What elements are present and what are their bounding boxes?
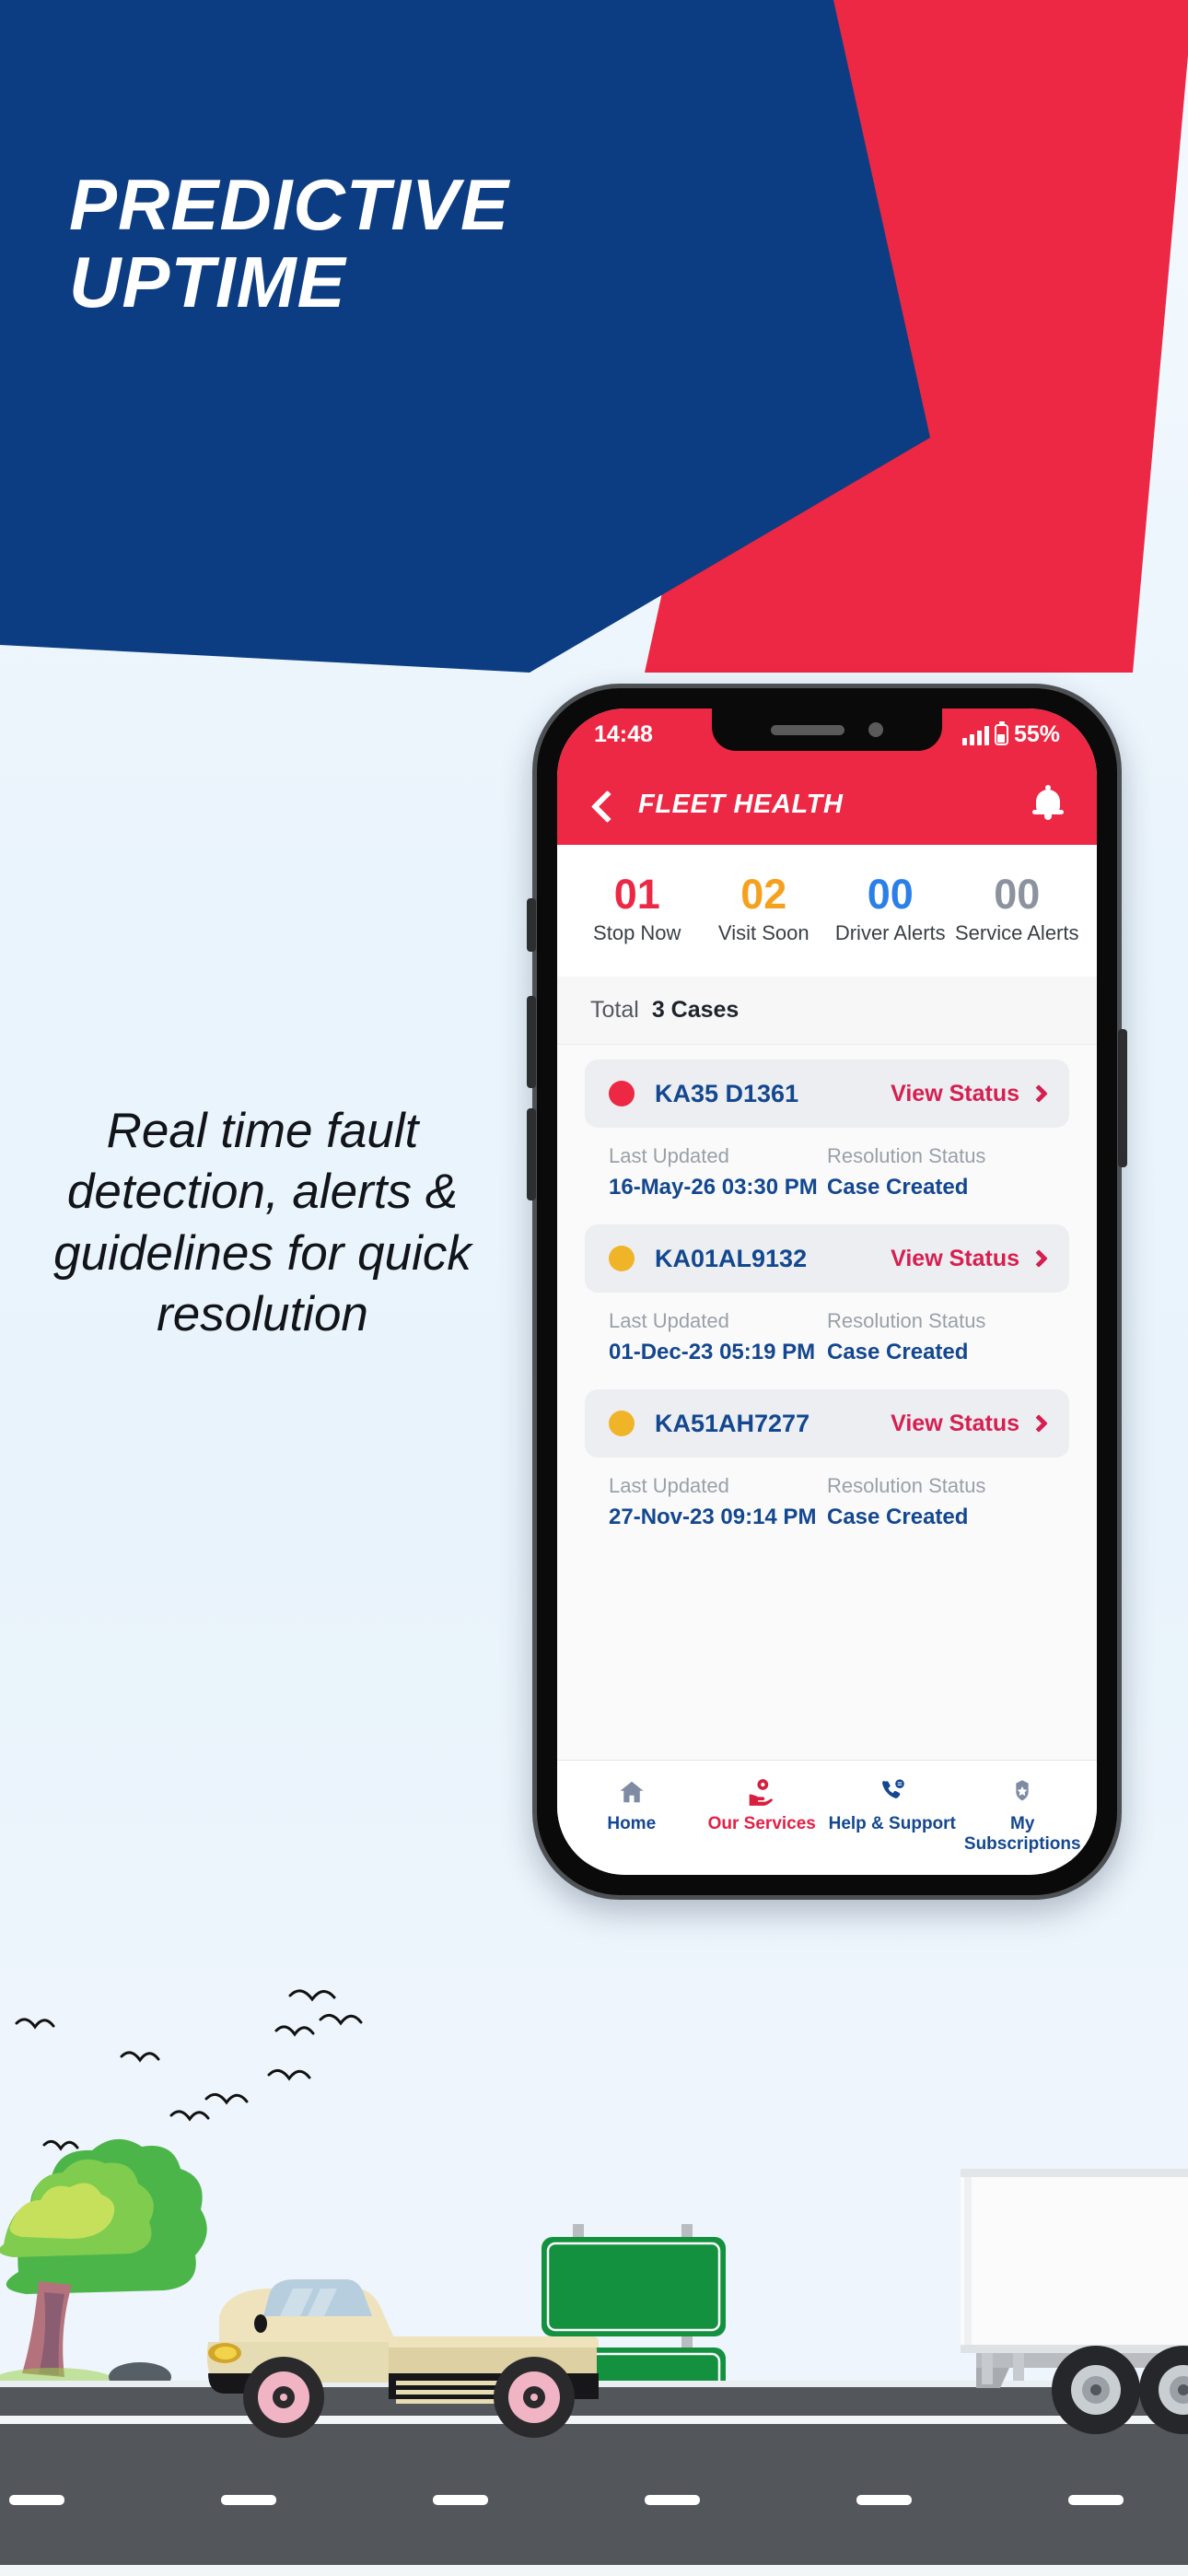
stat-driver-alerts[interactable]: 00 Driver Alerts — [827, 872, 954, 945]
last-updated-field: Last Updated 27-Nov-23 09:14 PM — [609, 1474, 827, 1530]
case-header[interactable]: KA35 D1361 View Status — [585, 1060, 1069, 1129]
view-status-button[interactable]: View Status — [891, 1080, 1048, 1107]
tab-label: My Subscriptions — [963, 1814, 1081, 1854]
field-value: 16-May-26 03:30 PM — [609, 1175, 818, 1200]
case-list: KA35 D1361 View Status Last Updated 16-M… — [557, 1045, 1097, 1760]
field-label: Last Updated — [609, 1144, 729, 1168]
page-title: PREDICTIVE UPTIME — [69, 164, 510, 323]
status-time: 14:48 — [594, 721, 653, 747]
stat-value: 01 — [613, 871, 660, 918]
service-hand-icon — [697, 1774, 828, 1810]
field-label: Resolution Status — [827, 1474, 986, 1498]
chevron-right-icon — [1030, 1249, 1048, 1269]
status-indicators: 55% — [961, 721, 1060, 748]
stat-visit-soon[interactable]: 02 Visit Soon — [701, 872, 828, 945]
view-status-label: View Status — [891, 1080, 1019, 1107]
last-updated-field: Last Updated 16-May-26 03:30 PM — [609, 1144, 827, 1200]
stat-value: 00 — [867, 871, 914, 918]
tagline-text: Real time fault detection, alerts & guid… — [53, 1104, 472, 1341]
silence-switch[interactable] — [527, 898, 536, 952]
view-status-button[interactable]: View Status — [891, 1410, 1048, 1437]
tab-label: Home — [607, 1814, 657, 1833]
badge-star-icon — [958, 1774, 1089, 1810]
last-updated-field: Last Updated 01-Dec-23 05:19 PM — [609, 1309, 827, 1365]
field-label: Last Updated — [609, 1474, 729, 1498]
phone-mockup: 14:48 55% FLEET HEALTH 01 Stop Now 02 Vi… — [527, 684, 1127, 1900]
field-value: 27-Nov-23 09:14 PM — [609, 1505, 817, 1530]
tab-label: Our Services — [707, 1814, 816, 1833]
case-header[interactable]: KA01AL9132 View Status — [585, 1224, 1069, 1294]
severity-dot-icon — [609, 1081, 635, 1107]
status-bar: 14:48 55% — [557, 708, 1097, 764]
case-header[interactable]: KA51AH7277 View Status — [585, 1389, 1069, 1458]
tab-home[interactable]: Home — [566, 1774, 697, 1855]
front-camera — [868, 722, 883, 737]
vehicle-plate: KA51AH7277 — [655, 1409, 810, 1437]
view-status-label: View Status — [891, 1245, 1019, 1271]
app-header: FLEET HEALTH — [557, 764, 1097, 845]
case-details: Last Updated 01-Dec-23 05:19 PM Resoluti… — [585, 1293, 1069, 1371]
stat-stop-now[interactable]: 01 Stop Now — [574, 872, 701, 945]
case-details: Last Updated 16-May-26 03:30 PM Resoluti… — [585, 1128, 1069, 1206]
total-value: 3 Cases — [651, 997, 740, 1024]
case-item: KA01AL9132 View Status Last Updated 01-D… — [585, 1224, 1069, 1371]
resolution-status-field: Resolution Status Case Created — [827, 1309, 1045, 1365]
battery-icon — [994, 721, 1008, 745]
severity-dot-icon — [609, 1411, 635, 1437]
notch — [712, 708, 942, 751]
battery-percent: 55% — [1013, 721, 1060, 747]
severity-dot-icon — [609, 1246, 635, 1272]
stat-label: Stop Now — [593, 921, 681, 945]
chevron-right-icon — [1030, 1084, 1048, 1104]
earpiece-speaker — [771, 724, 844, 735]
home-icon — [566, 1774, 697, 1810]
field-value: Case Created — [827, 1505, 969, 1530]
tab-help-support[interactable]: Help & Support — [827, 1774, 958, 1855]
stat-label: Service Alerts — [955, 921, 1079, 945]
field-label: Resolution Status — [827, 1144, 986, 1168]
case-item: KA35 D1361 View Status Last Updated 16-M… — [585, 1060, 1069, 1206]
notification-bell-icon[interactable] — [1032, 785, 1064, 821]
vehicle-plate: KA35 D1361 — [655, 1079, 799, 1107]
total-label: Total — [590, 997, 639, 1024]
tab-our-services[interactable]: Our Services — [697, 1774, 828, 1855]
case-details: Last Updated 27-Nov-23 09:14 PM Resoluti… — [585, 1458, 1069, 1536]
tab-my-subscriptions[interactable]: My Subscriptions — [958, 1774, 1089, 1855]
chevron-left-icon[interactable] — [590, 792, 614, 816]
resolution-status-field: Resolution Status Case Created — [827, 1144, 1045, 1200]
bottom-navigation: Home Our Services Help & Support My Subs… — [557, 1760, 1097, 1875]
phone-support-icon — [827, 1774, 958, 1810]
stat-service-alerts[interactable]: 00 Service Alerts — [954, 872, 1081, 945]
view-status-label: View Status — [891, 1410, 1019, 1436]
signal-bars-icon — [961, 725, 989, 745]
total-cases-row: Total 3 Cases — [557, 977, 1097, 1046]
phone-screen: 14:48 55% FLEET HEALTH 01 Stop Now 02 Vi… — [557, 708, 1097, 1875]
road-illustration — [0, 1968, 1188, 2576]
vehicle-plate: KA01AL9132 — [655, 1244, 808, 1272]
stat-label: Visit Soon — [717, 921, 809, 945]
field-label: Last Updated — [609, 1309, 729, 1333]
field-value: Case Created — [827, 1175, 969, 1200]
tab-label: Help & Support — [828, 1814, 956, 1833]
stat-label: Driver Alerts — [834, 921, 946, 945]
stat-value: 00 — [994, 871, 1041, 918]
power-button[interactable] — [1118, 1029, 1127, 1167]
resolution-status-field: Resolution Status Case Created — [827, 1474, 1045, 1530]
field-value: Case Created — [827, 1340, 969, 1365]
field-value: 01-Dec-23 05:19 PM — [609, 1340, 816, 1365]
view-status-button[interactable]: View Status — [891, 1245, 1048, 1272]
app-title: FLEET HEALTH — [638, 789, 844, 819]
case-item: KA51AH7277 View Status Last Updated 27-N… — [585, 1389, 1069, 1536]
banner-graphic — [0, 0, 1188, 673]
field-label: Resolution Status — [827, 1309, 986, 1333]
volume-up-button[interactable] — [527, 996, 536, 1088]
chevron-right-icon — [1030, 1414, 1048, 1434]
stat-value: 02 — [740, 871, 787, 918]
volume-down-button[interactable] — [527, 1108, 536, 1200]
fleet-stats-row: 01 Stop Now 02 Visit Soon 00 Driver Aler… — [557, 845, 1097, 978]
